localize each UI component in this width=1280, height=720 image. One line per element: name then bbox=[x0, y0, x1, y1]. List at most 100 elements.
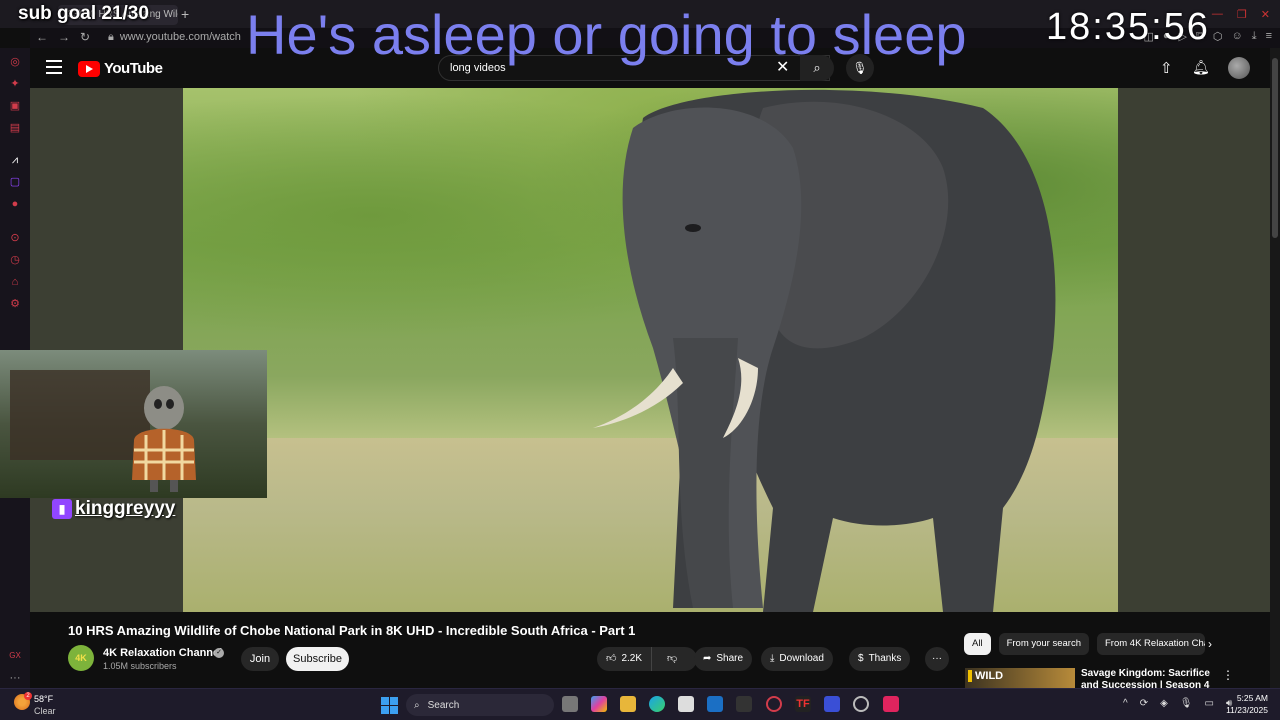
subscriber-count: 1.05M subscribers bbox=[103, 661, 177, 671]
windows-start-icon[interactable] bbox=[381, 697, 398, 714]
recommended-video-title[interactable]: Savage Kingdom: Sacrifice and Succession… bbox=[1081, 668, 1216, 688]
edge-icon[interactable] bbox=[649, 696, 665, 712]
taskbar-date[interactable]: 11/23/2025 bbox=[1220, 705, 1268, 715]
thumbnail-label: WILD bbox=[968, 670, 1003, 682]
chevron-right-icon[interactable]: › bbox=[1208, 637, 1212, 651]
settings-icon[interactable]: ⚙ bbox=[9, 298, 21, 310]
tf-app-icon[interactable]: TF bbox=[795, 696, 811, 712]
opera-gx-icon[interactable] bbox=[766, 696, 782, 712]
url-field[interactable]: 🔒︎ www.youtube.com/watch bbox=[108, 31, 241, 44]
recommended-video-thumbnail[interactable]: WILD bbox=[965, 668, 1075, 688]
display-icon[interactable]: ▭ bbox=[1205, 698, 1214, 709]
video-frame[interactable] bbox=[183, 88, 1118, 612]
upload-icon[interactable]: ⇧ bbox=[1160, 59, 1173, 77]
reload-icon[interactable]: ↻ bbox=[80, 30, 90, 44]
weather-description[interactable]: Clear bbox=[34, 706, 56, 716]
close-window-icon[interactable]: ✕ bbox=[1261, 8, 1270, 21]
pinboard-icon[interactable]: ⌂ bbox=[9, 276, 21, 288]
thumbs-up-icon: 👍︎ bbox=[606, 653, 617, 664]
twitch-username: ▮ kinggreyyy bbox=[52, 498, 175, 520]
vk-icon[interactable]: ● bbox=[9, 198, 21, 210]
subscribe-button[interactable]: Subscribe bbox=[286, 647, 349, 671]
mic-tray-icon[interactable]: 🎙︎ bbox=[1180, 698, 1193, 709]
aria-icon[interactable]: ◎ bbox=[9, 56, 21, 68]
download-label: Download bbox=[779, 653, 824, 664]
download-icon[interactable]: ⤓ bbox=[1252, 30, 1257, 43]
more-sidebar-icon[interactable]: ··· bbox=[9, 672, 21, 684]
share-icon: ➦ bbox=[703, 653, 712, 664]
gx-icon[interactable]: GX bbox=[9, 650, 21, 662]
youtube-play-logo-icon bbox=[78, 60, 100, 77]
hamburger-menu-icon[interactable] bbox=[46, 60, 62, 74]
join-button[interactable]: Join bbox=[241, 647, 279, 671]
avatar[interactable] bbox=[1228, 57, 1250, 79]
channel-name[interactable]: 4K Relaxation Channel bbox=[103, 647, 222, 659]
notification-badge: 2 bbox=[24, 692, 32, 700]
sub-goal-overlay: sub goal 21/30 bbox=[18, 3, 149, 24]
share-label: Share bbox=[716, 653, 744, 664]
twitch-sidebar-icon[interactable]: ▢ bbox=[9, 176, 21, 188]
minimize-icon[interactable]: — bbox=[1212, 8, 1223, 21]
download-button[interactable]: ⤓ Download bbox=[761, 647, 833, 671]
restore-icon[interactable]: ❐ bbox=[1237, 8, 1247, 21]
youtube-logo-text: YouTube bbox=[104, 60, 163, 77]
back-icon[interactable]: ← bbox=[36, 30, 48, 44]
file-explorer-icon[interactable] bbox=[620, 696, 636, 712]
more-vertical-icon[interactable]: ⋮ bbox=[1222, 668, 1234, 682]
obs-icon[interactable] bbox=[853, 696, 869, 712]
sync-icon[interactable]: ⟳ bbox=[1140, 698, 1148, 709]
dislike-button[interactable]: 👎︎ bbox=[657, 647, 687, 671]
chip-from-channel[interactable]: From 4K Relaxation Channel bbox=[1097, 633, 1205, 655]
copilot-icon[interactable] bbox=[591, 696, 607, 712]
dollar-icon: $ bbox=[858, 653, 864, 664]
webcam-overlay bbox=[0, 350, 267, 498]
outlook-icon[interactable] bbox=[707, 696, 723, 712]
page-scrollbar[interactable] bbox=[1270, 48, 1280, 688]
like-count: 2.2K bbox=[621, 653, 643, 664]
tiktok-icon[interactable] bbox=[883, 696, 899, 712]
chip-all[interactable]: All bbox=[964, 633, 991, 655]
more-actions-button[interactable]: ··· bbox=[925, 647, 949, 671]
copilot-tray-icon[interactable]: ◈ bbox=[1160, 698, 1168, 709]
like-button[interactable]: 👍︎ 2.2K bbox=[597, 647, 653, 671]
scrollbar-thumb[interactable] bbox=[1272, 58, 1278, 238]
twitch-username-label: kinggreyyy bbox=[75, 498, 176, 519]
messenger-icon[interactable]: ▣ bbox=[9, 100, 21, 112]
youtube-logo[interactable]: YouTube bbox=[78, 60, 163, 77]
nav-buttons: ← → ↻ bbox=[36, 30, 90, 44]
app-square-icon[interactable] bbox=[824, 696, 840, 712]
more-horizontal-icon: ··· bbox=[932, 653, 942, 664]
system-tray: ^ ⟳ ◈ 🎙︎ ▭ 🔊︎ bbox=[1123, 698, 1232, 709]
stream-title-overlay: He's asleep or going to sleep bbox=[246, 3, 967, 66]
thanks-label: Thanks bbox=[868, 653, 902, 664]
weather-temperature[interactable]: 58°F bbox=[34, 694, 53, 704]
menu-icon[interactable]: ≡ bbox=[1266, 30, 1272, 43]
thanks-button[interactable]: $ Thanks bbox=[849, 647, 911, 671]
new-tab-button[interactable]: + bbox=[181, 6, 189, 22]
chevron-up-icon[interactable]: ^ bbox=[1123, 698, 1128, 709]
chatgpt-icon[interactable]: ✦ bbox=[9, 78, 21, 90]
app-icon[interactable] bbox=[736, 696, 752, 712]
lock-icon: 🔒︎ bbox=[108, 31, 114, 43]
taskbar-time[interactable]: 5:25 AM bbox=[1226, 693, 1268, 703]
cube-icon[interactable]: ⬡ bbox=[1213, 30, 1223, 43]
task-view-icon[interactable] bbox=[562, 696, 578, 712]
verified-check-icon: ✓ bbox=[214, 648, 224, 658]
twitch-icon: ▮ bbox=[52, 499, 72, 519]
share-button[interactable]: ➦ Share bbox=[694, 647, 753, 671]
history-icon[interactable]: ◷ bbox=[9, 254, 21, 266]
like-dislike-group: 👍︎ 2.2K 👎︎ bbox=[597, 647, 697, 671]
thumbs-down-icon: 👎︎ bbox=[667, 653, 678, 664]
channel-avatar[interactable]: 4K bbox=[68, 645, 94, 671]
forward-icon[interactable]: → bbox=[58, 30, 70, 44]
player-icon[interactable]: ⊙ bbox=[9, 232, 21, 244]
chip-from-your-search[interactable]: From your search bbox=[998, 633, 1089, 655]
taskbar-search[interactable]: ⌕ Search bbox=[406, 694, 554, 716]
notifications-bell-icon[interactable]: 🔔︎ bbox=[1192, 59, 1210, 76]
music-icon[interactable]: ▤ bbox=[9, 122, 21, 134]
app-icon[interactable]: ⩘ bbox=[9, 154, 21, 166]
profile-icon[interactable]: ☺ bbox=[1231, 30, 1242, 43]
recommendation-chips: All From your search From 4K Relaxation … bbox=[964, 633, 1205, 655]
window-controls: — ❐ ✕ bbox=[1212, 8, 1270, 21]
store-icon[interactable] bbox=[678, 696, 694, 712]
